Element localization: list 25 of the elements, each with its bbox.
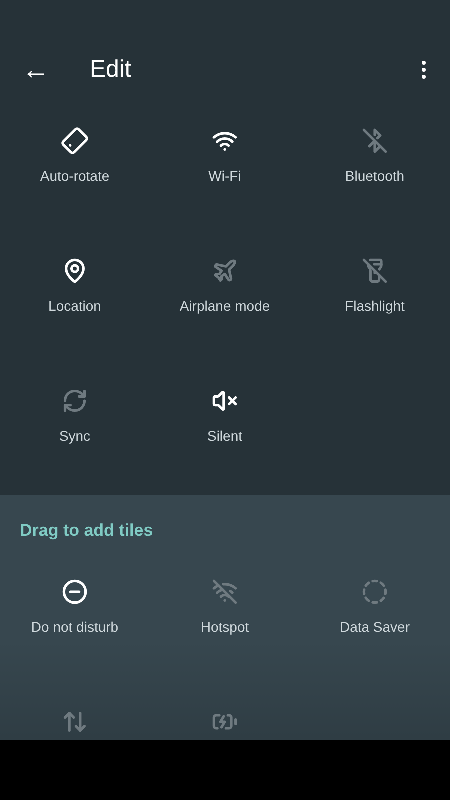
tile-label: Flashlight (345, 298, 405, 314)
back-button[interactable]: ← (22, 56, 90, 84)
tile-label: Auto-rotate (40, 168, 110, 184)
airplane-icon[interactable] (212, 258, 238, 284)
dashed-circle-icon[interactable] (362, 579, 388, 605)
wifi-off-icon[interactable] (212, 579, 238, 605)
sync-icon[interactable] (62, 388, 88, 414)
tile-label: Bluetooth (345, 168, 405, 184)
tile-label: Airplane mode (180, 298, 270, 314)
location-pin-icon[interactable] (62, 258, 88, 284)
tile-label: Data Saver (340, 619, 410, 635)
flashlight-off-icon[interactable] (362, 258, 388, 284)
section-title: Drag to add tiles (19, 520, 154, 542)
tile-label: Silent (207, 428, 243, 444)
bluetooth-off-icon[interactable] (362, 128, 388, 154)
tile-label: Hotspot (200, 619, 250, 635)
tile-label: Do not disturb (31, 619, 119, 635)
tile-label: Wi-Fi (208, 168, 242, 184)
up-down-arrows-icon[interactable] (62, 709, 88, 735)
phone-icon[interactable] (62, 128, 88, 154)
screen-title: Edit (90, 56, 132, 84)
minus-circle-icon[interactable] (62, 579, 88, 605)
tile-label: Location (48, 298, 102, 314)
tile-label: Sync (59, 428, 91, 444)
muted-speaker-icon[interactable] (212, 388, 238, 414)
